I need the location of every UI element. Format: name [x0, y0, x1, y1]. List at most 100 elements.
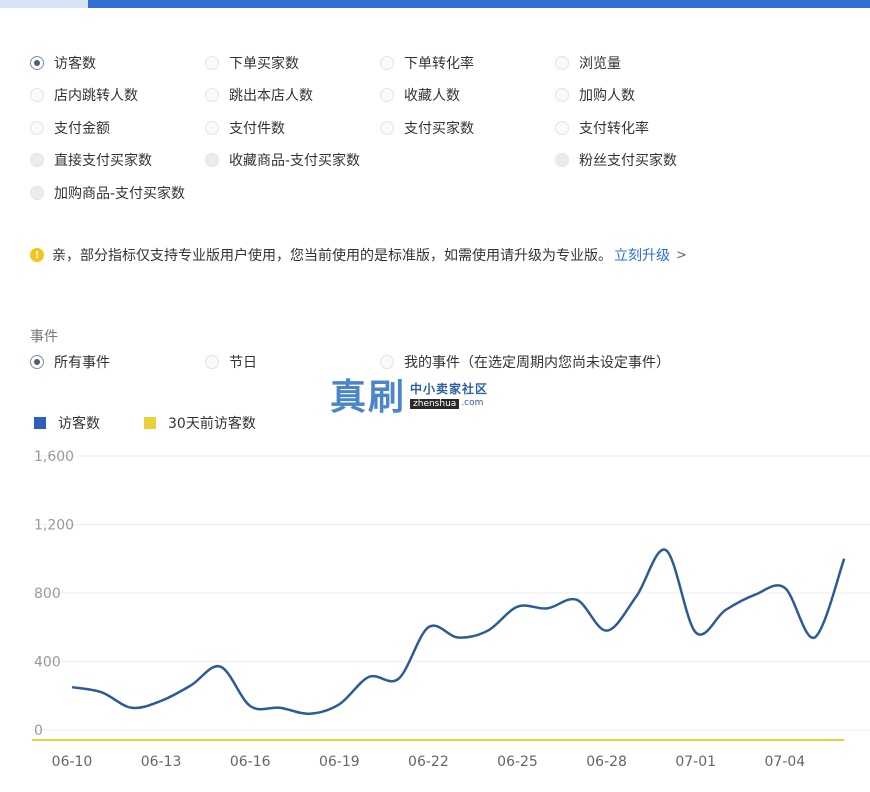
- data-point: [70, 685, 74, 689]
- metric-label: 下单转化率: [404, 56, 474, 72]
- radio-icon[interactable]: [205, 355, 219, 369]
- metric-option-order-buyers[interactable]: 下单买家数: [205, 52, 299, 74]
- data-point: [159, 699, 163, 703]
- radio-icon[interactable]: [30, 56, 44, 70]
- data-point: [129, 706, 133, 710]
- watermark-tld: .com: [461, 397, 484, 408]
- data-point: [308, 712, 312, 716]
- metric-option-visitors[interactable]: 访客数: [30, 52, 96, 74]
- metric-option-pay-items[interactable]: 支付件数: [205, 117, 285, 139]
- metric-option-pageviews[interactable]: 浏览量: [555, 52, 621, 74]
- radio-icon[interactable]: [205, 56, 219, 70]
- y-tick-label: 400: [34, 655, 61, 671]
- metric-option-cart-pay-buyers[interactable]: 加购商品-支付买家数: [30, 182, 185, 204]
- metric-label: 支付金额: [54, 121, 110, 137]
- radio-icon[interactable]: [555, 56, 569, 70]
- x-tick-label: 06-16: [230, 754, 271, 770]
- event-option-holidays[interactable]: 节日: [205, 351, 257, 373]
- data-point: [783, 586, 787, 590]
- radio-icon[interactable]: [555, 88, 569, 102]
- data-point: [248, 704, 252, 708]
- data-point: [337, 702, 341, 706]
- radio-icon[interactable]: [205, 88, 219, 102]
- data-point: [545, 606, 549, 610]
- metric-option-add-cart[interactable]: 加购人数: [555, 84, 635, 106]
- active-tab-indicator[interactable]: [0, 0, 88, 8]
- radio-icon[interactable]: [555, 121, 569, 135]
- legend-label: 访客数: [58, 416, 100, 432]
- upgrade-notice: ! 亲，部分指标仅支持专业版用户使用，您当前使用的是标准版，如需使用请升级为专业…: [30, 244, 687, 266]
- event-label: 我的事件（在选定周期内您尚未设定事件）: [404, 355, 670, 371]
- y-tick-label: 0: [34, 723, 43, 739]
- visitor-line-chart: 1,600 1,200 800 400 0 06-10 06-13 06-16 06-19 06-…: [31, 449, 870, 770]
- radio-icon[interactable]: [380, 121, 394, 135]
- x-tick-label: 06-19: [319, 754, 360, 770]
- y-tick-label: 1,200: [34, 518, 74, 534]
- data-point: [694, 630, 698, 634]
- x-tick-label: 07-01: [675, 754, 716, 770]
- data-point: [367, 675, 371, 679]
- radio-icon[interactable]: [205, 153, 219, 167]
- metric-label: 收藏商品-支付买家数: [229, 153, 361, 169]
- data-point: [516, 605, 520, 609]
- series-line-visitors: [71, 548, 846, 715]
- metric-label: 粉丝支付买家数: [579, 153, 677, 169]
- metric-option-direct-pay-buyers[interactable]: 直接支付买家数: [30, 149, 152, 171]
- radio-icon[interactable]: [30, 121, 44, 135]
- x-tick-label: 06-10: [52, 754, 93, 770]
- y-tick-label: 800: [34, 586, 61, 602]
- metric-option-pay-buyers[interactable]: 支付买家数: [380, 117, 474, 139]
- metric-option-pay-conversion[interactable]: 支付转化率: [555, 117, 649, 139]
- upgrade-link[interactable]: 立刻升级: [614, 245, 670, 265]
- metric-option-order-conversion[interactable]: 下单转化率: [380, 52, 474, 74]
- data-point: [813, 636, 817, 640]
- data-point: [723, 608, 727, 612]
- legend-label: 30天前访客数: [168, 416, 256, 432]
- data-point: [397, 677, 401, 681]
- event-option-mine[interactable]: 我的事件（在选定周期内您尚未设定事件）: [380, 351, 670, 373]
- radio-icon[interactable]: [30, 88, 44, 102]
- data-point: [753, 593, 757, 597]
- metric-label: 跳出本店人数: [229, 88, 313, 104]
- watermark-subtitle: 中小卖家社区: [410, 381, 489, 396]
- watermark-side: 中小卖家社区 zhenshua .com: [410, 380, 488, 409]
- radio-icon[interactable]: [30, 153, 44, 167]
- chevron-right-icon[interactable]: >: [676, 248, 687, 263]
- event-option-all[interactable]: 所有事件: [30, 351, 110, 373]
- data-point: [456, 636, 460, 640]
- metric-label: 访客数: [54, 56, 96, 72]
- radio-icon[interactable]: [555, 153, 569, 167]
- metric-option-pay-amount[interactable]: 支付金额: [30, 117, 110, 139]
- metric-label: 浏览量: [579, 56, 621, 72]
- legend-item-visitors-30d-ago[interactable]: 30天前访客数: [144, 412, 256, 434]
- data-point: [664, 548, 668, 552]
- radio-icon[interactable]: [30, 355, 44, 369]
- metric-label: 支付买家数: [404, 121, 474, 137]
- data-point: [219, 665, 223, 669]
- metric-option-fan-pay-buyers[interactable]: 粉丝支付买家数: [555, 149, 677, 171]
- data-point: [575, 598, 579, 602]
- metric-option-fav-pay-buyers[interactable]: 收藏商品-支付买家数: [205, 149, 360, 171]
- legend-item-visitors[interactable]: 访客数: [34, 412, 100, 434]
- radio-icon[interactable]: [380, 88, 394, 102]
- radio-icon[interactable]: [30, 186, 44, 200]
- watermark-url: zhenshua: [410, 398, 460, 409]
- data-point: [189, 683, 193, 687]
- legend-swatch: [34, 417, 46, 429]
- x-tick-label: 06-13: [141, 754, 182, 770]
- data-point: [842, 557, 846, 561]
- metric-option-internal-jumps[interactable]: 店内跳转人数: [30, 84, 138, 106]
- x-tick-label: 07-04: [764, 754, 805, 770]
- notice-text: 亲，部分指标仅支持专业版用户使用，您当前使用的是标准版，如需使用请升级为专业版。: [52, 248, 612, 264]
- metric-option-favorites[interactable]: 收藏人数: [380, 84, 460, 106]
- watermark-url-row: zhenshua .com: [410, 397, 488, 409]
- radio-icon[interactable]: [380, 56, 394, 70]
- data-point: [100, 690, 104, 694]
- data-point: [634, 594, 638, 598]
- radio-icon[interactable]: [205, 121, 219, 135]
- radio-icon[interactable]: [380, 355, 394, 369]
- y-tick-label: 1,600: [34, 449, 74, 465]
- metric-option-bounce[interactable]: 跳出本店人数: [205, 84, 313, 106]
- legend-swatch: [144, 417, 156, 429]
- metric-label: 店内跳转人数: [54, 88, 138, 104]
